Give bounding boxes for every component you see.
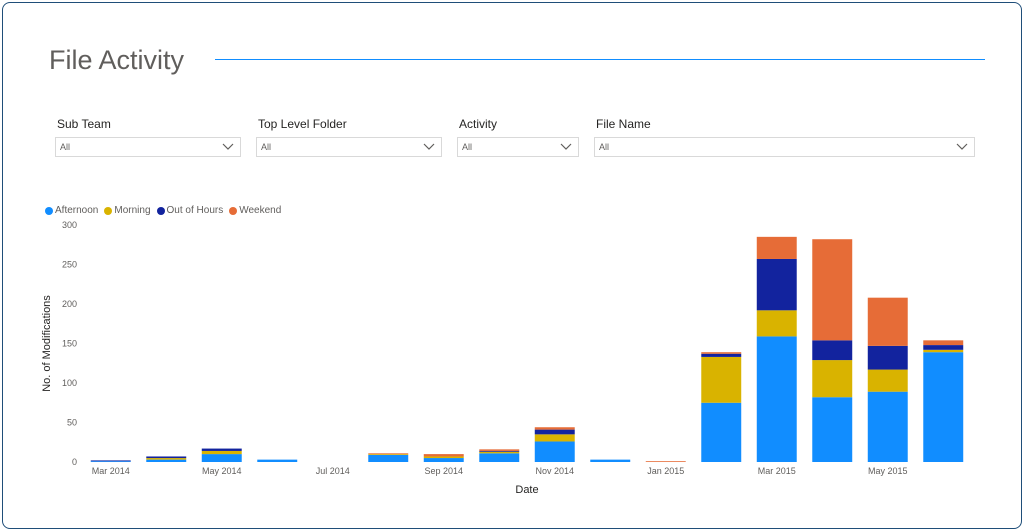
bar-segment-morning[interactable] [423, 456, 464, 459]
bar-segment-out-of-hours[interactable] [90, 460, 131, 462]
y-tick-label: 100 [62, 378, 77, 388]
bar-segment-morning[interactable] [756, 310, 797, 337]
bar-segment-out-of-hours[interactable] [701, 353, 742, 357]
x-tick-label: Jul 2014 [316, 466, 350, 476]
bar-segment-out-of-hours[interactable] [923, 345, 964, 350]
y-tick-label: 200 [62, 299, 77, 309]
bar-segment-weekend[interactable] [812, 239, 853, 341]
bar-segment-weekend[interactable] [867, 297, 908, 346]
x-tick-label: Jan 2015 [647, 466, 684, 476]
bar-segment-out-of-hours[interactable] [867, 345, 908, 370]
x-tick-label: Mar 2015 [758, 466, 796, 476]
bar-segment-weekend[interactable] [423, 454, 464, 457]
x-tick-label: Mar 2014 [92, 466, 130, 476]
bar-segment-morning[interactable] [812, 360, 853, 398]
bar-segment-weekend[interactable] [534, 427, 575, 430]
bar-segment-afternoon[interactable] [479, 453, 520, 462]
bar-segment-morning[interactable] [146, 458, 187, 460]
bar-segment-morning[interactable] [479, 451, 520, 454]
bar-segment-morning[interactable] [201, 450, 242, 455]
x-axis-title: Date [515, 484, 538, 496]
bar-segment-afternoon[interactable] [590, 459, 631, 462]
y-tick-label: 250 [62, 260, 77, 270]
bar-segment-afternoon[interactable] [534, 441, 575, 462]
bar-segment-morning[interactable] [368, 454, 409, 455]
bar-segment-afternoon[interactable] [90, 461, 131, 463]
bar-segment-weekend[interactable] [645, 461, 686, 463]
bar-segment-weekend[interactable] [479, 449, 520, 451]
stacked-bar-chart: 0 50 100 150 200 250 300 No. of Modifications Da… [41, 220, 964, 496]
y-tick-label: 300 [62, 220, 77, 230]
y-tick-label: 0 [72, 457, 77, 467]
x-tick-label: Nov 2014 [535, 466, 574, 476]
bar-segment-out-of-hours[interactable] [812, 340, 853, 361]
bar-segment-weekend[interactable] [756, 236, 797, 259]
x-tick-label: May 2014 [202, 466, 242, 476]
bar-segment-afternoon[interactable] [201, 454, 242, 462]
report-frame: File Activity Sub Team All Top Level Fol… [2, 2, 1022, 529]
bar-segment-afternoon[interactable] [867, 391, 908, 462]
bar-segment-morning[interactable] [923, 349, 964, 353]
y-axis-title: No. of Modifications [41, 295, 53, 392]
bar-segment-weekend[interactable] [923, 340, 964, 346]
bar-segment-morning[interactable] [867, 369, 908, 392]
bar-segment-weekend[interactable] [368, 453, 409, 455]
y-tick-label: 50 [67, 418, 77, 428]
bar-segment-morning[interactable] [701, 356, 742, 403]
bar-segment-out-of-hours[interactable] [534, 429, 575, 435]
bar-segment-afternoon[interactable] [146, 459, 187, 462]
bar-segment-afternoon[interactable] [812, 397, 853, 462]
bar-segment-morning[interactable] [534, 434, 575, 442]
x-tick-label: Sep 2014 [424, 466, 463, 476]
bar-segment-afternoon[interactable] [923, 352, 964, 462]
bar-segment-weekend[interactable] [701, 352, 742, 354]
x-tick-label: May 2015 [868, 466, 908, 476]
bar-segment-afternoon[interactable] [423, 458, 464, 462]
bar-segment-afternoon[interactable] [701, 402, 742, 462]
y-tick-label: 150 [62, 339, 77, 349]
bar-segment-out-of-hours[interactable] [756, 258, 797, 311]
bar-segment-afternoon[interactable] [756, 336, 797, 462]
bar-segment-afternoon[interactable] [257, 459, 298, 462]
bar-segment-out-of-hours[interactable] [479, 450, 520, 452]
bar-segment-afternoon[interactable] [368, 454, 409, 462]
bar-segment-out-of-hours[interactable] [146, 456, 187, 459]
bar-segment-out-of-hours[interactable] [201, 448, 242, 451]
